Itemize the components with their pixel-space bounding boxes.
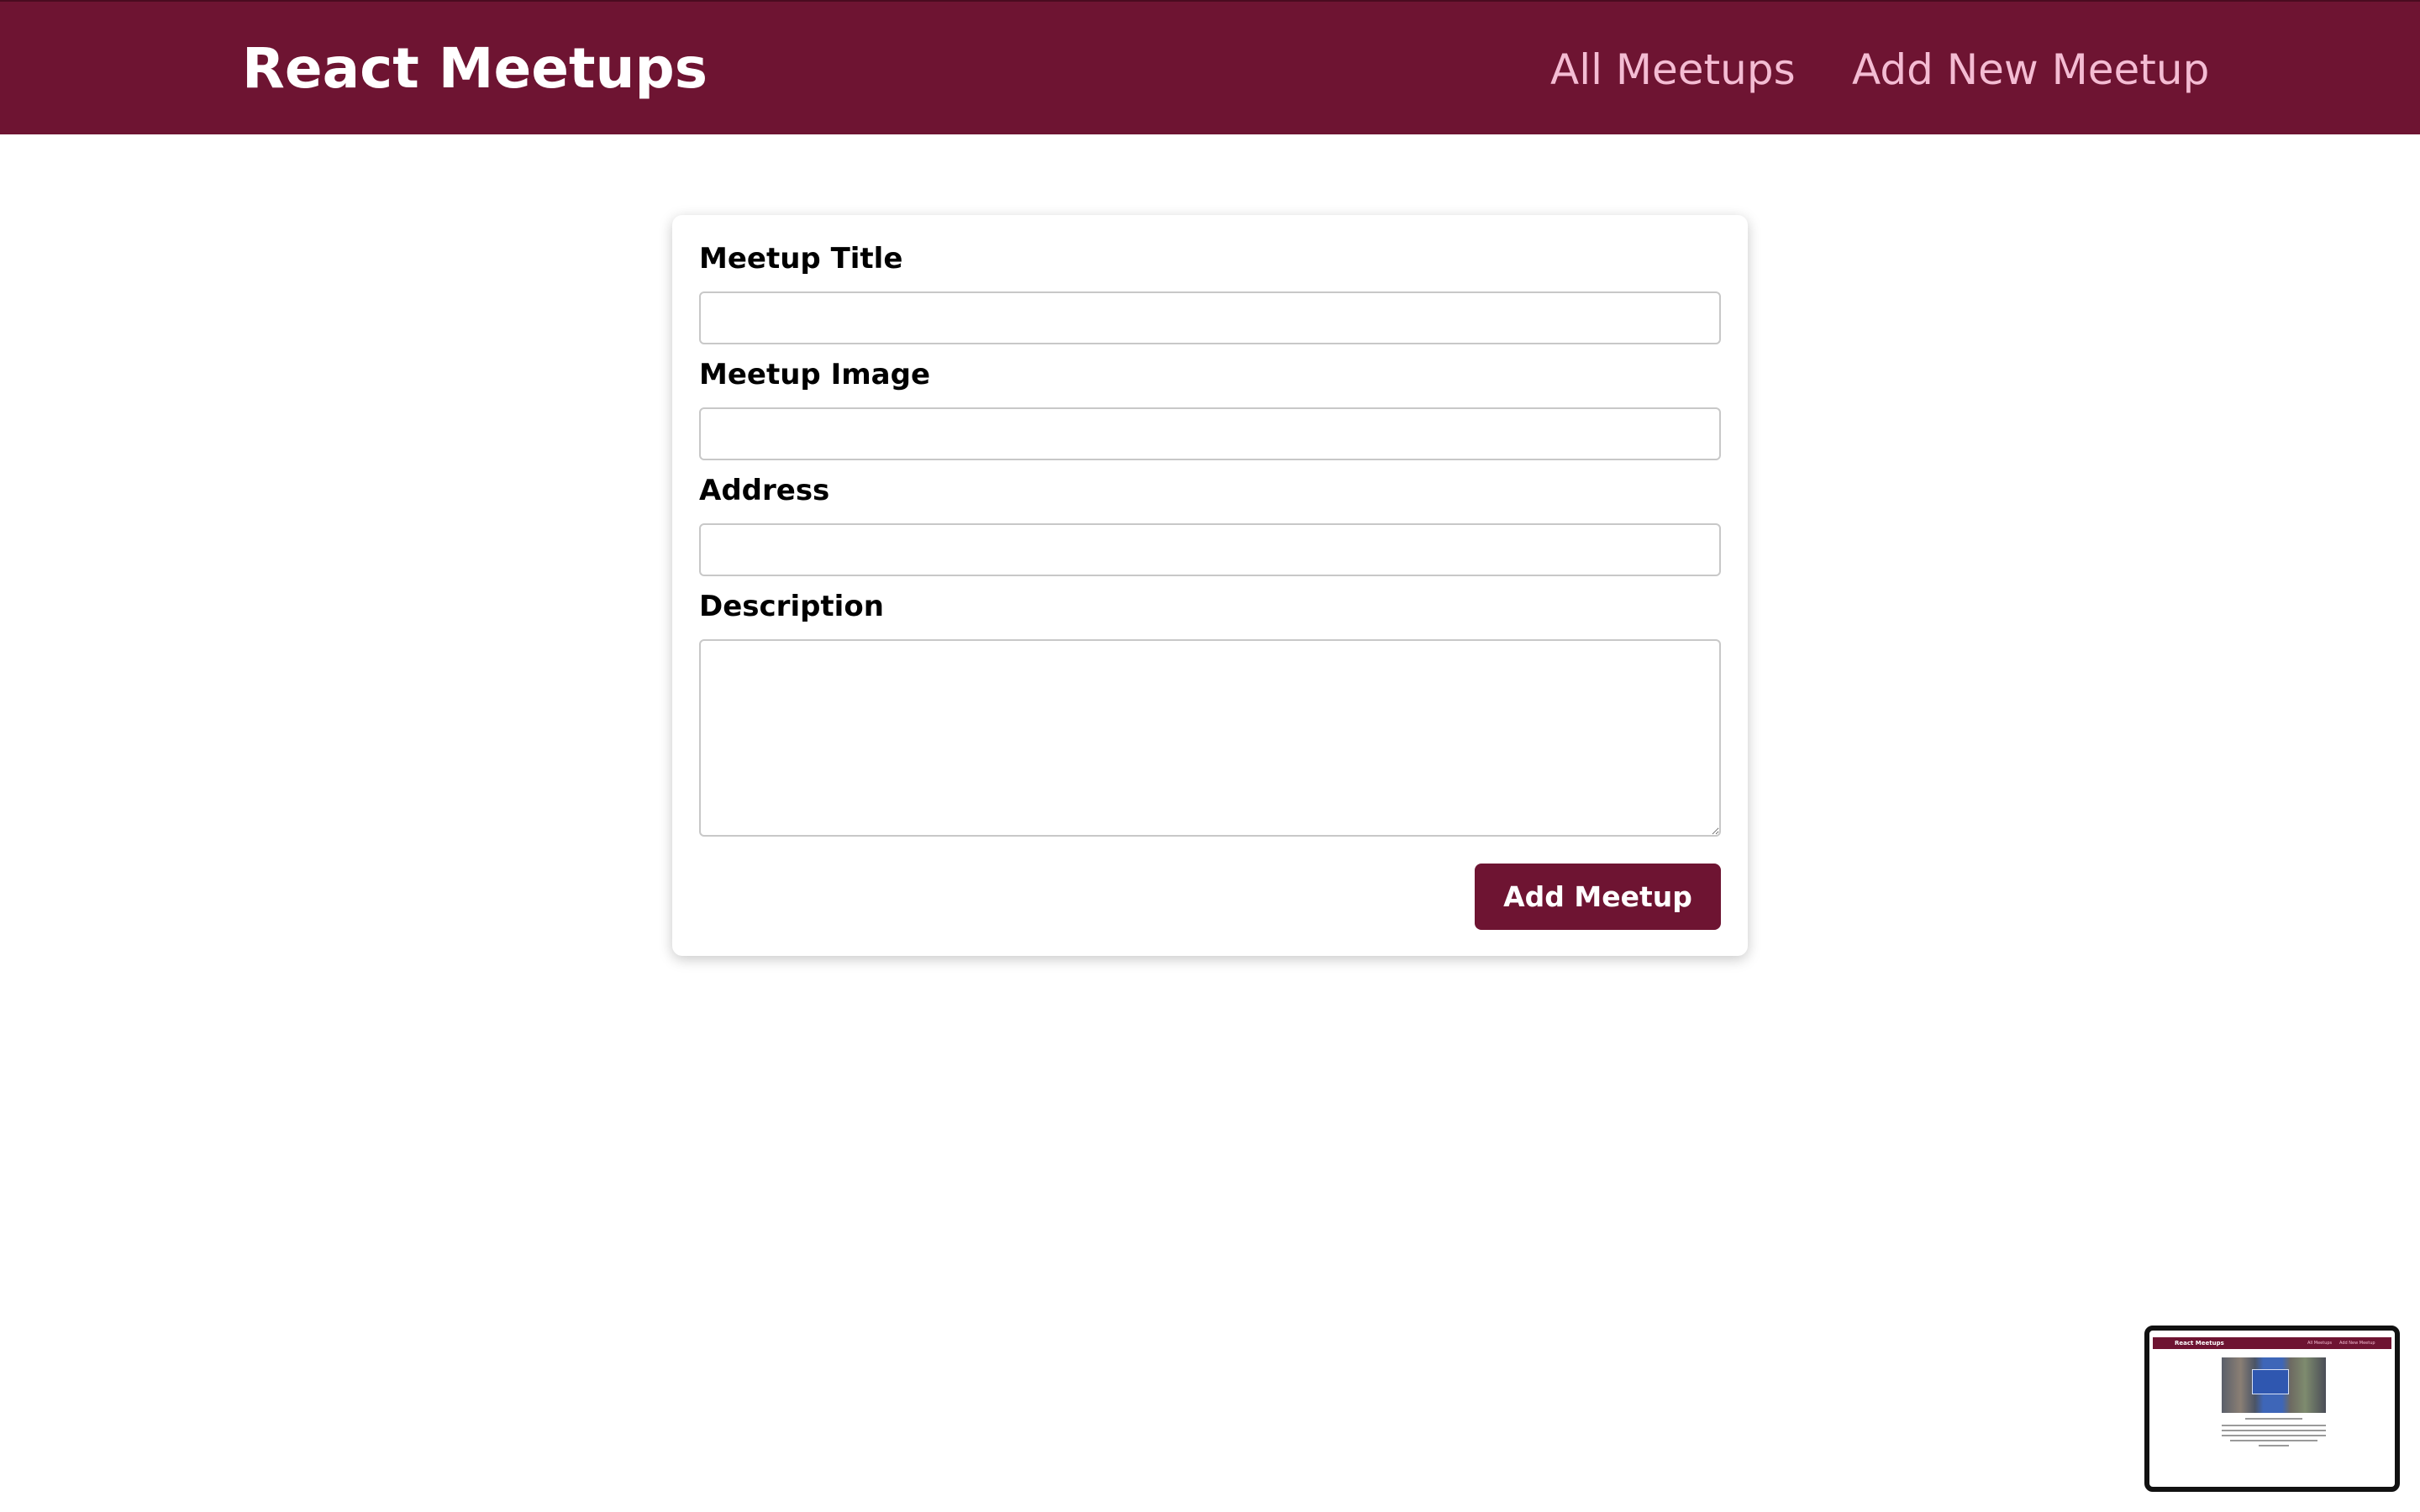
meetup-image-label: Meetup Image — [699, 358, 931, 391]
thumbnail-brand: React Meetups — [2175, 1340, 2224, 1347]
thumbnail-text-line — [2230, 1440, 2317, 1441]
thumbnail-text-line — [2222, 1425, 2326, 1426]
nav-all-meetups[interactable]: All Meetups — [1550, 42, 1796, 97]
thumbnail-text-line — [2222, 1435, 2326, 1436]
new-meetup-form: Meetup Title Meetup Image Address Descri… — [672, 215, 1748, 956]
top-navigation-bar: React Meetups All Meetups Add New Meetup — [0, 0, 2420, 134]
nav-add-new-meetup[interactable]: Add New Meetup — [1852, 42, 2209, 97]
thumbnail-text-line — [2259, 1445, 2289, 1446]
screenshot-preview-thumbnail[interactable]: React Meetups All Meetups Add New Meetup — [2144, 1326, 2400, 1492]
description-textarea[interactable] — [699, 639, 1721, 837]
thumbnail-image-panel — [2252, 1369, 2289, 1394]
thumbnail-nav-all: All Meetups — [2307, 1341, 2333, 1346]
meetup-image-input[interactable] — [699, 407, 1721, 460]
thumbnail-text-line — [2222, 1430, 2326, 1431]
address-label: Address — [699, 474, 830, 507]
address-input[interactable] — [699, 523, 1721, 576]
site-brand[interactable]: React Meetups — [242, 32, 708, 106]
meetup-title-label: Meetup Title — [699, 242, 903, 276]
thumbnail-meetup-image — [2222, 1357, 2326, 1413]
thumbnail-title-line — [2245, 1418, 2302, 1420]
thumbnail-header: React Meetups All Meetups Add New Meetup — [2153, 1337, 2391, 1349]
description-label: Description — [699, 590, 884, 623]
meetup-title-input[interactable] — [699, 291, 1721, 344]
thumbnail-nav-add: Add New Meetup — [2339, 1341, 2375, 1346]
add-meetup-button[interactable]: Add Meetup — [1475, 864, 1721, 930]
